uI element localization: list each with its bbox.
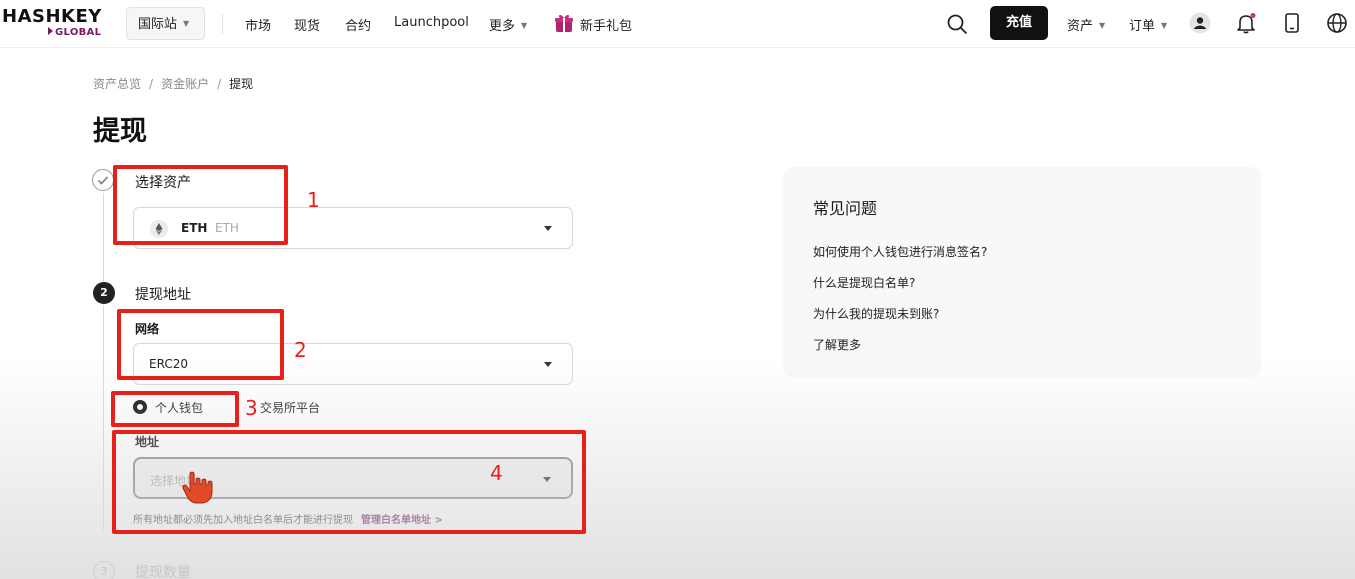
nav-more[interactable]: 更多 ▼ <box>489 15 527 34</box>
annotation-number-3: 3 <box>245 396 258 420</box>
step3-number: 3 <box>93 561 115 579</box>
step3-label: 提现数量 <box>135 565 191 579</box>
dropdown-arrow-icon <box>544 226 552 231</box>
breadcrumb: 资产总览 / 资金账户 / 提现 <box>93 75 253 92</box>
logo-subtitle: GLOBAL <box>48 27 101 38</box>
gift-icon <box>555 14 573 32</box>
radio-exchange-platform-label: 交易所平台 <box>260 401 321 415</box>
step-connector <box>103 193 104 283</box>
chevron-down-icon: ▼ <box>183 19 190 28</box>
top-nav-bar: HASHKEY GLOBAL 国际站 ▼ 市场 现货 合约 Launchpool … <box>0 0 1355 48</box>
chevron-down-icon: ▼ <box>1099 21 1106 30</box>
nav-assets[interactable]: 资产 ▼ <box>1067 15 1105 34</box>
annotation-box-3 <box>111 391 239 427</box>
page-title: 提现 <box>93 116 147 147</box>
breadcrumb-asset-overview[interactable]: 资产总览 <box>93 77 141 91</box>
annotation-number-2: 2 <box>294 338 307 362</box>
nav-launchpool[interactable]: Launchpool <box>394 15 469 30</box>
nav-newbie-gift[interactable]: 新手礼包 <box>580 15 632 34</box>
annotation-box-2 <box>117 309 284 380</box>
step2-label: 提现地址 <box>135 287 191 303</box>
step1-check-icon <box>92 169 114 191</box>
logo-wordmark: HASHKEY <box>2 6 102 27</box>
annotation-box-4 <box>112 430 586 534</box>
faq-item[interactable]: 如何使用个人钱包进行消息签名? <box>813 243 987 260</box>
chevron-down-icon: ▼ <box>521 21 528 30</box>
breadcrumb-current: 提现 <box>229 77 254 91</box>
hashkey-logo[interactable]: HASHKEY GLOBAL <box>2 6 112 42</box>
faq-item[interactable]: 什么是提现白名单? <box>813 274 915 291</box>
site-selector[interactable]: 国际站 ▼ <box>126 7 205 40</box>
radio-exchange-platform[interactable]: 交易所平台 <box>260 399 320 416</box>
nav-orders[interactable]: 订单 ▼ <box>1129 15 1167 34</box>
nav-spot[interactable]: 现货 <box>294 15 320 34</box>
annotation-box-1 <box>113 165 288 245</box>
breadcrumb-separator: / <box>149 77 154 91</box>
notification-bell-icon[interactable] <box>1235 12 1257 34</box>
mobile-app-icon[interactable] <box>1281 12 1303 34</box>
dropdown-arrow-icon <box>544 362 552 367</box>
faq-item[interactable]: 为什么我的提现未到账? <box>813 305 939 322</box>
faq-title: 常见问题 <box>813 199 878 218</box>
language-globe-icon[interactable] <box>1326 12 1348 34</box>
deposit-button[interactable]: 充值 <box>990 6 1048 40</box>
step-connector <box>103 305 104 530</box>
faq-learn-more[interactable]: 了解更多 <box>813 336 861 353</box>
breadcrumb-separator: / <box>217 77 222 91</box>
breadcrumb-funding-account[interactable]: 资金账户 <box>161 77 209 91</box>
step2-number: 2 <box>93 282 115 304</box>
nav-futures[interactable]: 合约 <box>345 15 371 34</box>
chevron-down-icon: ▼ <box>1161 21 1168 30</box>
site-selector-label: 国际站 <box>138 17 178 32</box>
nav-divider <box>222 14 223 34</box>
search-icon[interactable] <box>946 13 968 35</box>
faq-panel: 常见问题 如何使用个人钱包进行消息签名? 什么是提现白名单? 为什么我的提现未到… <box>783 167 1261 377</box>
annotation-number-1: 1 <box>307 188 320 212</box>
nav-markets[interactable]: 市场 <box>245 15 271 34</box>
user-avatar-icon[interactable] <box>1189 12 1211 34</box>
annotation-number-4: 4 <box>490 461 503 485</box>
